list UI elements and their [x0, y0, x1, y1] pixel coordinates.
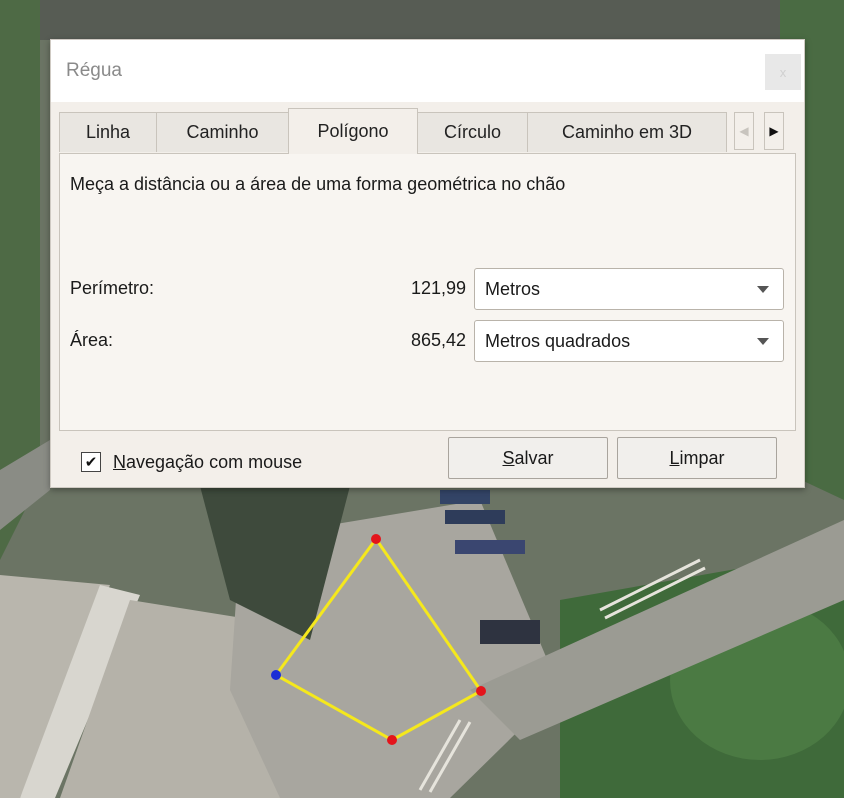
polygon-vertex: [476, 686, 486, 696]
area-unit-select[interactable]: Metros quadrados: [474, 320, 784, 362]
clear-button[interactable]: Limpar: [617, 437, 777, 479]
polygon-start-vertex: [271, 670, 281, 680]
mouse-navigation-option[interactable]: ✔ Navegação com mouse: [81, 447, 302, 477]
tab-circulo[interactable]: Círculo: [417, 112, 528, 152]
mouse-navigation-checkbox[interactable]: ✔: [81, 452, 101, 472]
close-button[interactable]: x: [765, 54, 801, 90]
tab-scroll-right[interactable]: ▶: [764, 112, 784, 150]
area-value: 865,42: [410, 330, 466, 350]
tab-poligono[interactable]: Polígono: [288, 108, 418, 154]
tab-panel-poligono: Meça a distância ou a área de uma forma …: [59, 153, 796, 431]
perimeter-label: Perímetro:: [70, 278, 155, 298]
chevron-down-icon: [757, 286, 769, 293]
chevron-left-icon: ◀: [739, 124, 749, 138]
perimeter-unit-select[interactable]: Metros: [474, 268, 784, 310]
perimeter-value: 121,99: [410, 278, 466, 298]
tab-caminho-3d[interactable]: Caminho em 3D: [527, 112, 727, 152]
ruler-dialog: Régua x Linha Caminho Polígono Círculo C…: [50, 39, 805, 488]
close-icon: x: [779, 64, 787, 80]
mouse-navigation-label: Navegação com mouse: [113, 451, 303, 472]
tab-linha[interactable]: Linha: [59, 112, 157, 152]
chevron-right-icon: ▶: [769, 124, 779, 138]
dialog-titlebar[interactable]: Régua x: [51, 40, 804, 102]
tab-scroll-left[interactable]: ◀: [734, 112, 754, 150]
dialog-title: Régua: [66, 60, 122, 81]
tab-caminho[interactable]: Caminho: [156, 112, 289, 152]
save-button[interactable]: Salvar: [448, 437, 608, 479]
area-label: Área:: [70, 330, 114, 350]
chevron-down-icon: [757, 338, 769, 345]
tab-bar: Linha Caminho Polígono Círculo Caminho e…: [59, 108, 796, 154]
tool-description: Meça a distância ou a área de uma forma …: [70, 174, 566, 194]
polygon-vertex: [387, 735, 397, 745]
polygon-vertex: [371, 534, 381, 544]
